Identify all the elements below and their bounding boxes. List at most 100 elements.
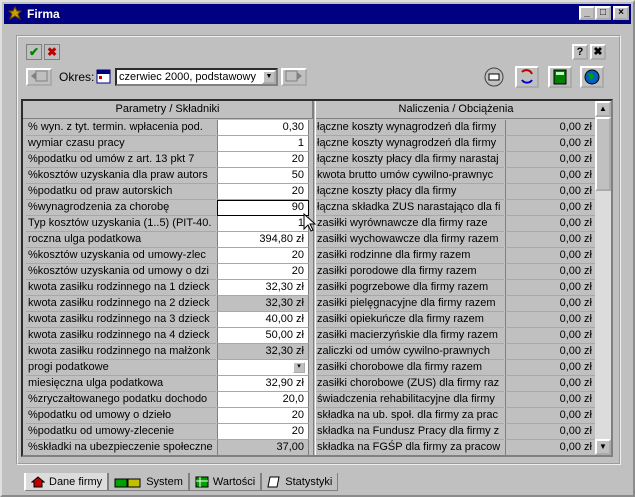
parameter-value[interactable]: 32,30 zł (217, 296, 309, 312)
parameter-label: miesięczna ulga podatkowa (26, 376, 216, 392)
okres-dropdown[interactable]: czerwiec 2000, podstawowy ▼ (115, 68, 278, 86)
prev-arrow-icon (31, 70, 48, 82)
charge-amount: 0,00 zł (505, 216, 597, 232)
table-row: wymiar czasu pracy 1 łączne koszty wynagro… (23, 136, 597, 152)
charge-name: składka na ub. społ. dla firmy za prac (316, 408, 504, 424)
minimize-button[interactable]: _ (579, 6, 595, 20)
parameter-value[interactable]: 32,90 zł (217, 376, 309, 392)
parameter-value[interactable]: 40,00 zł (217, 312, 309, 328)
globe-button[interactable] (580, 66, 604, 88)
charge-amount: 0,00 zł (505, 328, 597, 344)
parameter-value[interactable]: 50,00 zł (217, 328, 309, 344)
parameter-label: %składki na ubezpieczenie społeczne (26, 440, 216, 455)
table-row: %podatku od umów z art. 13 pkt 7 20 łączne… (23, 152, 597, 168)
document-icon (267, 476, 280, 487)
help-button[interactable]: ? (572, 44, 588, 60)
confirm-button[interactable]: ✔ (26, 44, 42, 60)
table-row: %podatku od praw autorskich 20 łączne kosz… (23, 184, 597, 200)
chevron-down-icon[interactable]: ▼ (262, 70, 276, 84)
cancel-button[interactable]: ✖ (44, 44, 60, 60)
parameter-value[interactable]: 394,80 zł (217, 232, 309, 248)
next-period-button[interactable] (281, 68, 307, 86)
parameter-value[interactable]: ▾ (217, 360, 309, 376)
parameter-value[interactable]: 50 (217, 168, 309, 184)
charge-amount: 0,00 zł (505, 152, 597, 168)
charge-amount: 0,00 zł (505, 120, 597, 136)
parameter-label: %podatku od umowy o dzieło (26, 408, 216, 424)
scroll-up-button[interactable]: ▲ (595, 101, 611, 117)
parameter-label: kwota zasiłku rodzinnego na 3 dzieck (26, 312, 216, 328)
table-row: %podatku od umowy-zlecenie 20 składka na F… (23, 424, 597, 440)
close-panel-button[interactable]: ✖ (590, 44, 606, 60)
table-row: kwota zasiłku rodzinnego na 1 dzieck 32,3… (23, 280, 597, 296)
charge-name: świadczenia rehabilitacyjne dla firmy (316, 392, 504, 408)
table-row: kwota zasiłku rodzinnego na 2 dzieck 32,3… (23, 296, 597, 312)
tab-label: Statystyki (285, 475, 333, 488)
tab-system[interactable]: System (108, 473, 189, 491)
parameter-value[interactable]: 1 (217, 136, 309, 152)
charge-name: zaliczki od umów cywilno-prawnych (316, 344, 504, 360)
charge-amount: 0,00 zł (505, 392, 597, 408)
parameter-label: kwota zasiłku rodzinnego na 1 dzieck (26, 280, 216, 296)
table-row: %kosztów uzyskania dla praw autors 50 kwot… (23, 168, 597, 184)
refresh-button[interactable] (515, 66, 539, 88)
charge-name: zasiłki porodowe dla firmy razem (316, 264, 504, 280)
scroll-thumb[interactable] (595, 117, 611, 191)
charge-name: zasiłki pogrzebowe dla firmy razem (316, 280, 504, 296)
parameter-label: %podatku od praw autorskich (26, 184, 216, 200)
charge-name: łączne koszty wynagrodzeń dla firmy (316, 120, 504, 136)
charge-amount: 0,00 zł (505, 136, 597, 152)
tab-wartosci[interactable]: Wartości (188, 473, 262, 491)
parameter-value[interactable]: 90 (217, 200, 309, 216)
charge-name: zasiłki chorobowe (ZUS) dla firmy raz (316, 376, 504, 392)
close-window-button[interactable]: × (613, 6, 629, 20)
parameter-value[interactable]: 32,30 zł (217, 280, 309, 296)
charge-name: łączne koszty płacy dla firmy narastaj (316, 152, 504, 168)
parameter-value[interactable]: 20 (217, 264, 309, 280)
next-arrow-icon (285, 70, 302, 82)
parameter-label: Typ kosztów uzyskania (1..5) (PIT-40. (26, 216, 216, 232)
parameter-label: progi podatkowe (26, 360, 216, 376)
table-row: roczna ulga podatkowa 394,80 zł zasiłki wy… (23, 232, 597, 248)
parameter-label: kwota zasiłku rodzinnego na 4 dzieck (26, 328, 216, 344)
charge-name: łączne koszty wynagrodzeń dla firmy (316, 136, 504, 152)
parameter-value[interactable]: 20,0 (217, 392, 309, 408)
parameter-value[interactable]: 1 (217, 216, 309, 232)
parameter-value[interactable]: 0,30 (217, 120, 309, 136)
window-title: Firma (27, 7, 60, 21)
charge-name: składka na Fundusz Pracy dla firmy z (316, 424, 504, 440)
header-parameters: Parametry / Składniki (23, 101, 313, 119)
scroll-down-button[interactable]: ▼ (595, 439, 611, 455)
tab-statystyki[interactable]: Statystyki (261, 473, 339, 491)
parameter-label: roczna ulga podatkowa (26, 232, 216, 248)
calculator-icon (553, 69, 567, 85)
previous-period-button[interactable] (26, 68, 52, 86)
table-row: miesięczna ulga podatkowa 32,90 zł zasiłki… (23, 376, 597, 392)
parameter-value[interactable]: 20 (217, 152, 309, 168)
charge-amount: 0,00 zł (505, 312, 597, 328)
charge-name: zasiłki wyrównawcze dla firmy raze (316, 216, 504, 232)
print-button[interactable] (483, 66, 507, 88)
parameter-value[interactable]: 20 (217, 184, 309, 200)
maximize-button[interactable]: □ (595, 6, 611, 20)
parameter-label: %kosztów uzyskania dla praw autors (26, 168, 216, 184)
charge-amount: 0,00 zł (505, 408, 597, 424)
parameter-label: %kosztów uzyskania od umowy-zlec (26, 248, 216, 264)
charge-amount: 0,00 zł (505, 424, 597, 440)
parameter-value[interactable]: 20 (217, 248, 309, 264)
parameter-value[interactable]: 32,30 zł (217, 344, 309, 360)
parameter-value[interactable]: 20 (217, 424, 309, 440)
charge-amount: 0,00 zł (505, 360, 597, 376)
dropdown-icon[interactable]: ▾ (293, 362, 305, 373)
calculator-button[interactable] (548, 66, 572, 88)
charge-amount: 0,00 zł (505, 248, 597, 264)
charge-name: łączna składka ZUS narastająco dla fi (316, 200, 504, 216)
tab-dane-firmy[interactable]: Dane firmy (24, 473, 109, 491)
table-row: kwota zasiłku rodzinnego na 4 dzieck 50,0… (23, 328, 597, 344)
charge-name: składka na FGŚP dla firmy za pracow (316, 440, 504, 455)
table-row: %podatku od umowy o dzieło 20 składka na u… (23, 408, 597, 424)
parameter-value[interactable]: 20 (217, 408, 309, 424)
vertical-scrollbar[interactable]: ▲ ▼ (595, 101, 611, 455)
title-bar: Firma _ □ × (4, 4, 631, 24)
parameter-value[interactable]: 37,00 (217, 440, 309, 455)
